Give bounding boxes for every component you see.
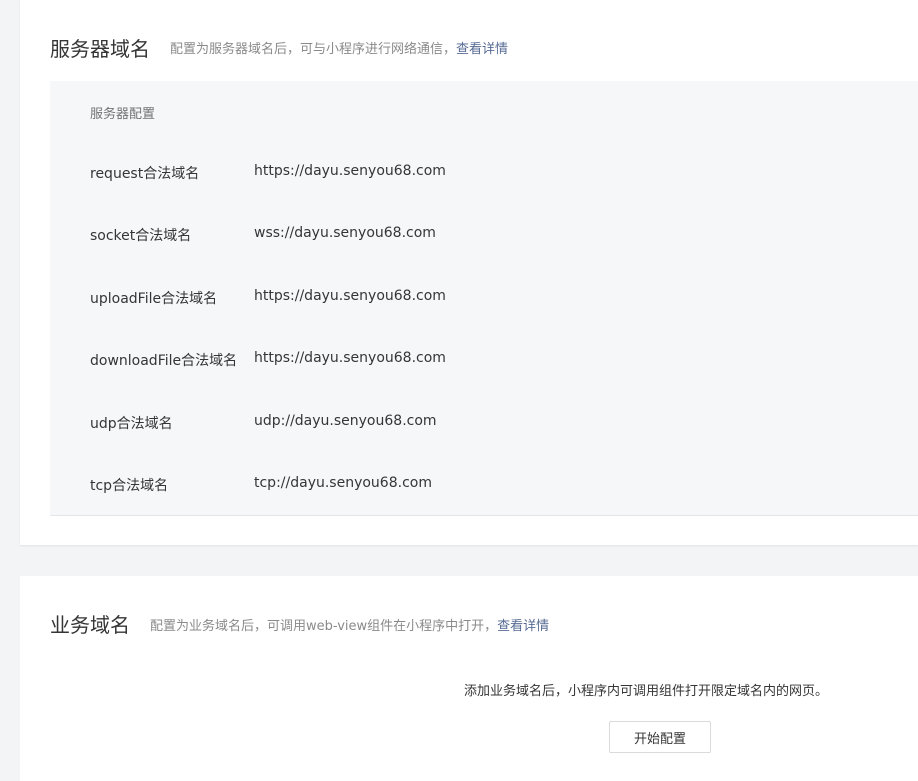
business-domain-title: 业务域名: [50, 613, 130, 637]
table-row: tcp合法域名 tcp://dayu.senyou68.com: [50, 475, 918, 495]
table-row: uploadFile合法域名 https://dayu.senyou68.com: [50, 288, 918, 308]
business-domain-desc-text: 配置为业务域名后，可调用web-view组件在小程序中打开，: [150, 619, 498, 634]
table-row: udp合法域名 udp://dayu.senyou68.com: [50, 413, 918, 433]
row-value-tcp: tcp://dayu.senyou68.com: [254, 475, 432, 491]
table-row: socket合法域名 wss://dayu.senyou68.com: [50, 225, 918, 245]
server-domain-details-link[interactable]: 查看详情: [456, 42, 508, 57]
row-label-downloadfile: downloadFile合法域名: [90, 353, 238, 369]
row-label-request: request合法域名: [90, 166, 200, 182]
business-domain-desc: 配置为业务域名后，可调用web-view组件在小程序中打开，查看详情: [150, 615, 549, 634]
row-label-udp: udp合法域名: [90, 416, 173, 432]
row-label-tcp: tcp合法域名: [90, 478, 169, 494]
business-domain-panel: 业务域名 配置为业务域名后，可调用web-view组件在小程序中打开，查看详情 …: [20, 576, 918, 781]
row-value-request: https://dayu.senyou68.com: [254, 163, 446, 179]
business-domain-details-link[interactable]: 查看详情: [497, 619, 549, 634]
row-value-socket: wss://dayu.senyou68.com: [254, 225, 436, 241]
row-value-uploadfile: https://dayu.senyou68.com: [254, 288, 446, 304]
start-config-button[interactable]: 开始配置: [609, 721, 711, 753]
server-domain-title: 服务器域名: [50, 37, 150, 61]
server-domain-panel: 服务器域名 配置为服务器域名后，可与小程序进行网络通信，查看详情 服务器配置 r…: [20, 0, 918, 545]
table-row: request合法域名 https://dayu.senyou68.com: [50, 163, 918, 183]
row-value-udp: udp://dayu.senyou68.com: [254, 413, 437, 429]
table-row: downloadFile合法域名 https://dayu.senyou68.c…: [50, 350, 918, 370]
business-domain-empty-hint: 添加业务域名后，小程序内可调用组件打开限定域名内的网页。: [464, 684, 829, 699]
row-label-socket: socket合法域名: [90, 228, 192, 244]
server-config-table: 服务器配置 request合法域名 https://dayu.senyou68.…: [50, 81, 918, 516]
row-label-uploadfile: uploadFile合法域名: [90, 291, 218, 307]
server-domain-desc-text: 配置为服务器域名后，可与小程序进行网络通信，: [170, 42, 457, 57]
server-domain-desc: 配置为服务器域名后，可与小程序进行网络通信，查看详情: [170, 38, 508, 57]
row-value-downloadfile: https://dayu.senyou68.com: [254, 350, 446, 366]
server-config-header: 服务器配置: [90, 107, 156, 122]
